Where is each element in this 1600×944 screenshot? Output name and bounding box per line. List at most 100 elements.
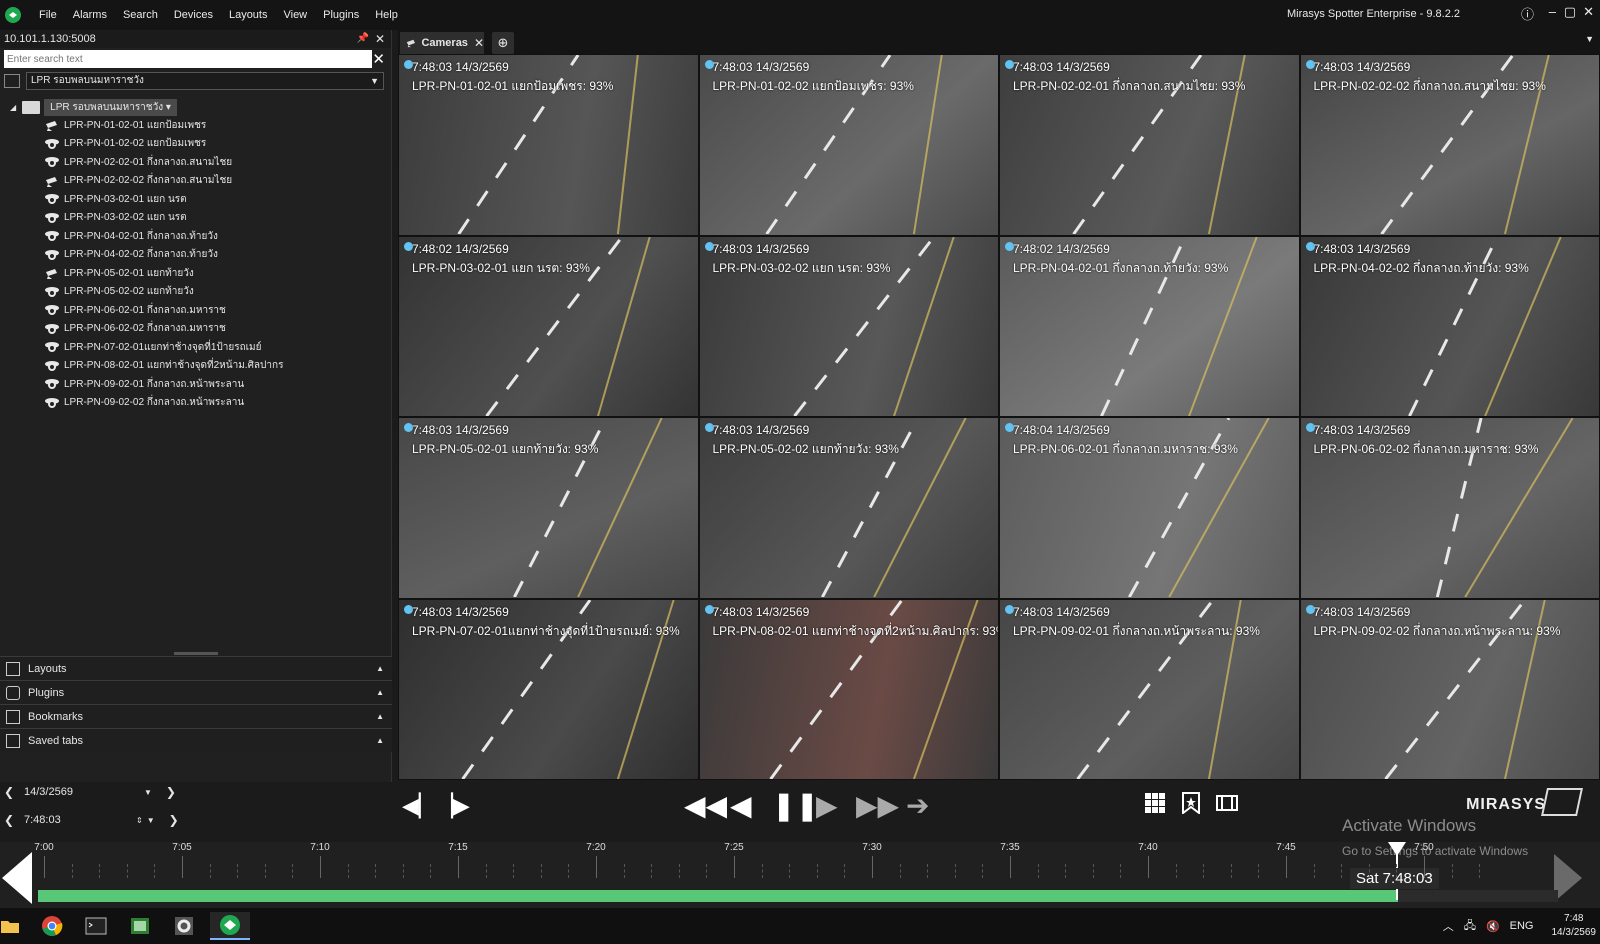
pin-icon[interactable]: 📌 [357, 30, 369, 48]
camera-tile[interactable]: 7:48:03 14/3/2569 LPR-PN-02-02-01 กึ่งกลา… [999, 54, 1300, 236]
camera-tile[interactable]: 7:48:04 14/3/2569 LPR-PN-06-02-01 กึ่งกลา… [999, 417, 1300, 599]
camera-item[interactable]: LPR-PN-05-02-02 แยกท้ายวัง [0, 283, 391, 302]
close-button[interactable]: ✕ [1583, 4, 1594, 20]
camera-tile[interactable]: 7:48:03 14/3/2569 LPR-PN-03-02-02 แยก นรต… [698, 235, 999, 417]
prev-date-icon[interactable]: ❮ [4, 785, 18, 799]
camera-tile[interactable]: 7:48:02 14/3/2569 LPR-PN-04-02-01 กึ่งกลา… [999, 235, 1300, 417]
camera-item[interactable]: LPR-PN-01-02-02 แยกป้อมเพชร [0, 135, 391, 154]
timeline-minor-tick [816, 864, 818, 878]
menu-help[interactable]: Help [367, 9, 406, 21]
camera-tile[interactable]: 7:48:03 14/3/2569 LPR-PN-05-02-01 แยกท้าย… [398, 417, 699, 599]
camera-tile[interactable]: 7:48:03 14/3/2569 LPR-PN-02-02-02 กึ่งกลา… [1299, 54, 1600, 236]
accordion-layouts[interactable]: Layouts ▲ [0, 656, 392, 680]
time-field[interactable]: 7:48:03 [18, 814, 136, 826]
camera-tile[interactable]: 7:48:03 14/3/2569 LPR-PN-09-02-02 กึ่งกลา… [1299, 598, 1600, 780]
camera-tile[interactable]: 7:48:03 14/3/2569 LPR-PN-01-02-01 แยกป้อม… [398, 54, 699, 236]
menu-layouts[interactable]: Layouts [221, 9, 276, 21]
accordion-plugins[interactable]: Plugins ▲ [0, 680, 392, 704]
menu-search[interactable]: Search [115, 9, 166, 21]
menu-file[interactable]: File [31, 9, 65, 21]
camera-tile[interactable]: 7:48:03 14/3/2569 LPR-PN-09-02-01 กึ่งกลา… [999, 598, 1300, 780]
language-indicator[interactable]: ENG [1510, 920, 1534, 932]
camera-item[interactable]: LPR-PN-09-02-02 กึ่งกลางถ.หน้าพระลาน [0, 394, 391, 413]
timeline-forward-icon[interactable] [1554, 854, 1582, 902]
camera-item[interactable]: LPR-PN-07-02-01แยกท่าช้างจุดที่1ป้ายรถเม… [0, 338, 391, 357]
search-input[interactable] [4, 50, 372, 68]
grid-layout-icon[interactable] [1144, 792, 1166, 814]
pause-icon[interactable]: ❚❚ [772, 792, 819, 820]
camera-item[interactable]: LPR-PN-06-02-01 กึ่งกลางถ.มหาราช [0, 301, 391, 320]
camera-tile[interactable]: 7:48:03 14/3/2569 LPR-PN-05-02-02 แยกท้าย… [698, 417, 999, 599]
menu-alarms[interactable]: Alarms [65, 9, 115, 21]
tree-view-icon[interactable] [4, 74, 20, 88]
camera-tile[interactable]: 7:48:03 14/3/2569 LPR-PN-06-02-02 กึ่งกลา… [1299, 417, 1600, 599]
spinner-icon[interactable]: ⇕ [136, 816, 143, 825]
camera-item[interactable]: LPR-PN-01-02-01 แยกป้อมเพชร [0, 116, 391, 135]
bookmark-add-icon[interactable] [1180, 792, 1202, 814]
go-live-icon[interactable]: ➔ [906, 792, 929, 820]
step-forward-frame-icon[interactable]: ▕▶ [436, 792, 470, 820]
camera-item[interactable]: LPR-PN-04-02-02 กึ่งกลางถ.ท้ายวัง [0, 246, 391, 265]
maximize-button[interactable]: ▢ [1564, 4, 1576, 20]
accordion-bookmarks[interactable]: Bookmarks ▲ [0, 704, 392, 728]
camera-item[interactable]: LPR-PN-08-02-01 แยกท่าช้างจุดที่2หน้าม.ศ… [0, 357, 391, 376]
camera-tile[interactable]: 7:48:02 14/3/2569 LPR-PN-03-02-01 แยก นรต… [398, 235, 699, 417]
step-back-frame-icon[interactable]: ◀▏ [402, 792, 436, 820]
clear-search-icon[interactable]: ✕ [372, 50, 385, 68]
accordion-saved-tabs[interactable]: Saved tabs ▲ [0, 728, 392, 752]
fast-rewind-icon[interactable]: ◀◀ [684, 792, 727, 820]
chevron-down-icon[interactable]: ▼ [144, 788, 152, 797]
close-panel-icon[interactable]: ✕ [375, 30, 385, 48]
chrome-icon[interactable] [32, 912, 72, 940]
camera-label: LPR-PN-06-02-02 กึ่งกลางถ.มหาราช [64, 323, 226, 335]
tree-root[interactable]: ◢ LPR รอบพลบนมหาราชวัง ▾ [0, 98, 391, 116]
camera-item[interactable]: LPR-PN-04-02-01 กึ่งกลางถ.ท้ายวัง [0, 227, 391, 246]
next-date-icon[interactable]: ❯ [166, 785, 180, 799]
info-icon[interactable]: ⓘ [1521, 4, 1534, 23]
camera-item[interactable]: LPR-PN-06-02-02 กึ่งกลางถ.มหาราช [0, 320, 391, 339]
settings-gear-icon[interactable] [164, 912, 204, 940]
terminal-icon[interactable] [76, 912, 116, 940]
fullscreen-icon[interactable] [1216, 792, 1238, 814]
minimize-button[interactable]: – [1549, 4, 1556, 19]
show-hidden-icons-icon[interactable]: ︿ [1443, 918, 1454, 934]
spreadsheet-icon[interactable] [120, 912, 160, 940]
camera-tile[interactable]: 7:48:03 14/3/2569 LPR-PN-01-02-02 แยกป้อม… [698, 54, 999, 236]
camera-item[interactable]: LPR-PN-03-02-02 แยก นรต [0, 209, 391, 228]
next-time-icon[interactable]: ❯ [169, 813, 183, 827]
file-explorer-icon[interactable] [0, 912, 30, 940]
chevron-down-icon[interactable]: ▼ [147, 816, 155, 825]
panel-splitter[interactable] [174, 652, 218, 655]
timeline[interactable]: Go to Settings to activate Windows Sat 7… [0, 842, 1600, 908]
tab-cameras[interactable]: Cameras ✕ [400, 32, 484, 54]
clock[interactable]: 7:48 14/3/2569 [1552, 912, 1597, 940]
camera-tile[interactable]: 7:48:03 14/3/2569 LPR-PN-08-02-01 แยกท่าช… [698, 598, 999, 780]
timeline-back-icon[interactable] [2, 852, 32, 904]
mirasys-spotter-icon[interactable] [210, 912, 250, 940]
tab-menu-icon[interactable]: ▼ [1585, 34, 1594, 44]
add-tab-button[interactable]: ⊕ [492, 32, 514, 54]
view-selector[interactable]: LPR รอบพลบนมหาราชวัง ▼ [26, 72, 384, 90]
camera-item[interactable]: LPR-PN-02-02-01 กึ่งกลางถ.สนามไชย [0, 153, 391, 172]
camera-item[interactable]: LPR-PN-09-02-01 กึ่งกลางถ.หน้าพระลาน [0, 375, 391, 394]
camera-item[interactable]: LPR-PN-03-02-01 แยก นรต [0, 190, 391, 209]
fast-forward-icon[interactable]: ▶▶ [856, 792, 899, 820]
timeline-minor-tick [954, 864, 956, 878]
date-field[interactable]: 14/3/2569 [18, 786, 144, 798]
menu-plugins[interactable]: Plugins [315, 9, 367, 21]
prev-time-icon[interactable]: ❮ [4, 813, 18, 827]
play-icon[interactable]: ▶ [816, 792, 838, 820]
camera-tile[interactable]: 7:48:03 14/3/2569 LPR-PN-07-02-01แยกท่าช้… [398, 598, 699, 780]
close-tab-icon[interactable]: ✕ [474, 36, 484, 50]
volume-muted-icon[interactable]: 🔇 [1486, 920, 1500, 933]
menu-devices[interactable]: Devices [166, 9, 221, 21]
recording-bar[interactable] [38, 890, 1398, 902]
collapse-icon[interactable]: ◢ [10, 103, 16, 112]
reverse-play-icon[interactable]: ◀ [730, 792, 752, 820]
camera-tile[interactable]: 7:48:03 14/3/2569 LPR-PN-04-02-02 กึ่งกลา… [1299, 235, 1600, 417]
network-icon[interactable]: 🖧 [1464, 917, 1476, 936]
menu-view[interactable]: View [275, 9, 315, 21]
camera-item[interactable]: LPR-PN-02-02-02 กึ่งกลางถ.สนามไชย [0, 172, 391, 191]
camera-item[interactable]: LPR-PN-05-02-01 แยกท้ายวัง [0, 264, 391, 283]
accordion-label: Bookmarks [28, 710, 84, 723]
